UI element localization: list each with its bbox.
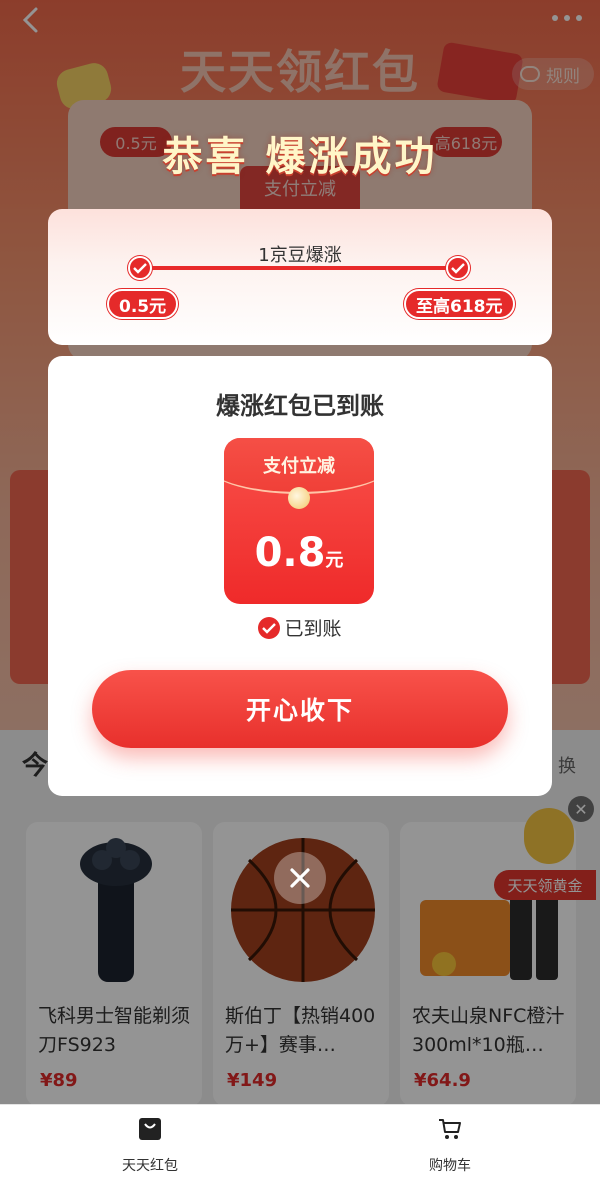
envelope-seal-icon xyxy=(288,487,310,509)
accept-button[interactable]: 开心收下 xyxy=(92,670,508,748)
close-icon[interactable] xyxy=(274,852,326,904)
start-value: 0.5元 xyxy=(107,289,179,319)
progress-label: 1京豆爆涨 xyxy=(258,245,342,266)
cart-icon xyxy=(439,1119,461,1139)
reward-card: 爆涨红包已到账 支付立减 0.8元 已到账 开心收下 xyxy=(48,356,552,796)
check-icon xyxy=(258,616,281,639)
red-envelope: 支付立减 0.8元 xyxy=(224,438,374,604)
amount-value: 0.8 xyxy=(254,530,326,576)
end-check-icon xyxy=(446,256,470,280)
envelope-amount: 0.8元 xyxy=(224,530,374,576)
progress-track xyxy=(140,266,460,270)
envelope-label: 支付立减 xyxy=(263,456,335,477)
reward-title: 爆涨红包已到账 xyxy=(216,392,384,420)
bottom-tab-bar: 天天红包 购物车 xyxy=(0,1104,600,1184)
tab-red-packet[interactable]: 天天红包 xyxy=(75,1105,225,1184)
amount-unit: 元 xyxy=(325,550,344,571)
received-status: 已到账 xyxy=(48,614,552,641)
red-packet-icon xyxy=(139,1118,161,1140)
tab-cart[interactable]: 购物车 xyxy=(375,1105,525,1184)
received-label: 已到账 xyxy=(284,618,342,640)
end-value: 至高618元 xyxy=(404,289,515,319)
success-headline: 恭喜 爆涨成功 xyxy=(162,134,438,180)
progress-card: 1京豆爆涨 0.5元 至高618元 xyxy=(48,209,552,345)
tab-label: 天天红包 xyxy=(122,1158,178,1174)
tab-label: 购物车 xyxy=(429,1158,471,1174)
start-check-icon xyxy=(128,256,152,280)
